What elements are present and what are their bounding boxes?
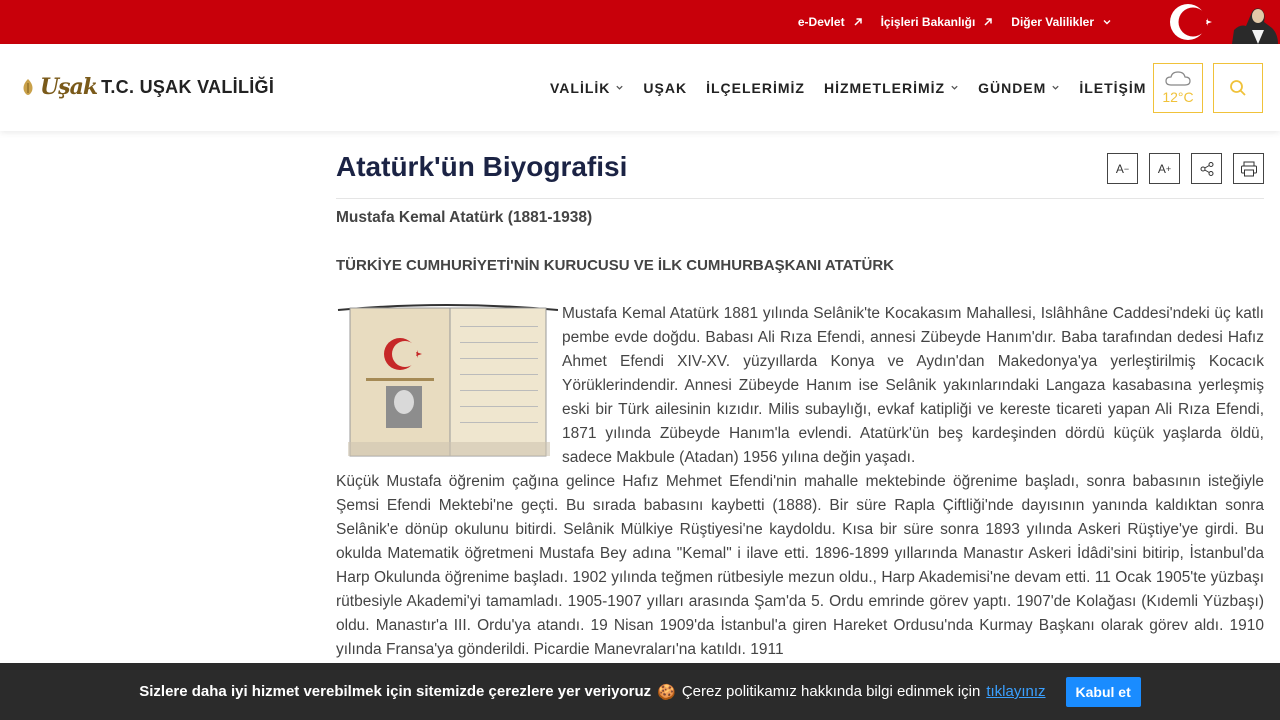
nav-label: İLETİŞİM	[1079, 79, 1147, 96]
cloud-icon	[1165, 71, 1191, 86]
top-links: e-Devlet İçişleri Bakanlığı Diğer Valili…	[798, 0, 1112, 44]
top-link-label: e-Devlet	[797, 15, 845, 29]
turkish-flag-portrait	[1160, 0, 1280, 44]
nav-item-valilik[interactable]: VALİLİK	[550, 80, 624, 96]
chevron-down-icon	[1103, 20, 1111, 25]
nav-item-gundem[interactable]: GÜNDEM	[978, 80, 1060, 96]
share-icon	[1200, 161, 1213, 176]
font-decrease-button[interactable]: A −	[1107, 153, 1138, 184]
search-icon	[1230, 80, 1246, 96]
article-subtitle: Mustafa Kemal Atatürk (1881-1938)	[336, 209, 593, 226]
weather-temperature: 12°C	[1162, 89, 1194, 105]
font-increase-sup: +	[1165, 163, 1172, 174]
main-nav: VALİLİK UŞAK İLÇELERİMİZ HİZMETLERİMİZ G…	[550, 44, 1146, 131]
logo-mark: Uşak	[40, 74, 98, 100]
cookie-banner: Sizlere daha iyi hizmet verebilmek için …	[0, 663, 1280, 720]
cookie-policy-link[interactable]: tıklayınız	[986, 683, 1045, 700]
article-body: Mustafa Kemal Atatürk 1881 yılında Selân…	[336, 302, 1264, 662]
nav-item-hizmetlerimiz[interactable]: HİZMETLERİMİZ	[824, 80, 959, 96]
accept-cookies-button[interactable]: Kabul et	[1065, 676, 1141, 707]
nav-label: GÜNDEM	[978, 79, 1047, 96]
font-decrease-sup: −	[1123, 163, 1130, 174]
weather-widget[interactable]: 12°C	[1153, 63, 1203, 113]
printer-icon	[1240, 161, 1257, 176]
top-link-edevlet[interactable]: e-Devlet	[798, 15, 863, 29]
cookie-message-strong: Sizlere daha iyi hizmet verebilmek için …	[139, 683, 652, 700]
nav-label: HİZMETLERİMİZ	[823, 79, 946, 96]
top-link-diger-valilikler[interactable]: Diğer Valilikler	[1011, 15, 1112, 29]
search-button[interactable]	[1213, 63, 1263, 113]
print-button[interactable]	[1233, 153, 1264, 184]
external-arrow-icon	[854, 18, 862, 26]
nav-label: UŞAK	[643, 79, 688, 96]
top-bar: e-Devlet İçişleri Bakanlığı Diğer Valili…	[0, 0, 1280, 44]
chevron-down-icon	[1052, 85, 1059, 90]
main-header: Uşak T.C. UŞAK VALİLİĞİ VALİLİK UŞAK İLÇ…	[0, 44, 1280, 131]
nav-item-usak[interactable]: UŞAK	[643, 80, 687, 96]
top-link-icisleri[interactable]: İçişleri Bakanlığı	[881, 15, 994, 29]
nav-item-iletisim[interactable]: İLETİŞİM	[1079, 80, 1146, 96]
share-button[interactable]	[1191, 153, 1222, 184]
cookie-emoji-icon: 🍪	[657, 683, 676, 701]
nav-label: İLÇELERİMİZ	[706, 79, 805, 96]
top-link-label: Diğer Valilikler	[1011, 15, 1094, 29]
title-row: Atatürk'ün Biyografisi A − A +	[336, 131, 1264, 199]
flag-crescent-icon	[1170, 4, 1278, 44]
article-heading: TÜRKİYE CUMHURİYETİ'NİN KURUCUSU VE İLK …	[336, 257, 894, 274]
nav-label: VALİLİK	[550, 79, 611, 96]
identity-card-photo	[337, 304, 558, 457]
page-title: Atatürk'ün Biyografisi	[336, 151, 628, 182]
external-arrow-icon	[984, 18, 993, 26]
font-increase-label: A	[1157, 161, 1166, 176]
chevron-down-icon	[951, 85, 958, 90]
nav-item-ilcelerimiz[interactable]: İLÇELERİMİZ	[706, 80, 805, 96]
cookie-message: Çerez politikamız hakkında bilgi edinmek…	[681, 683, 981, 700]
logo-text: T.C. UŞAK VALİLİĞİ	[101, 76, 275, 97]
font-decrease-label: A	[1115, 161, 1124, 176]
top-link-label: İçişleri Bakanlığı	[880, 15, 976, 29]
usak-logo-icon	[23, 79, 33, 95]
chevron-down-icon	[616, 85, 624, 90]
article-paragraph-2: Küçük Mustafa öğrenim çağına gelince Haf…	[336, 473, 1264, 658]
article-tools: A − A +	[1107, 153, 1264, 184]
site-logo[interactable]: Uşak T.C. UŞAK VALİLİĞİ	[20, 74, 274, 100]
article-content: Atatürk'ün Biyografisi A − A + Mustafa Kem…	[336, 131, 1264, 662]
font-increase-button[interactable]: A +	[1149, 153, 1180, 184]
